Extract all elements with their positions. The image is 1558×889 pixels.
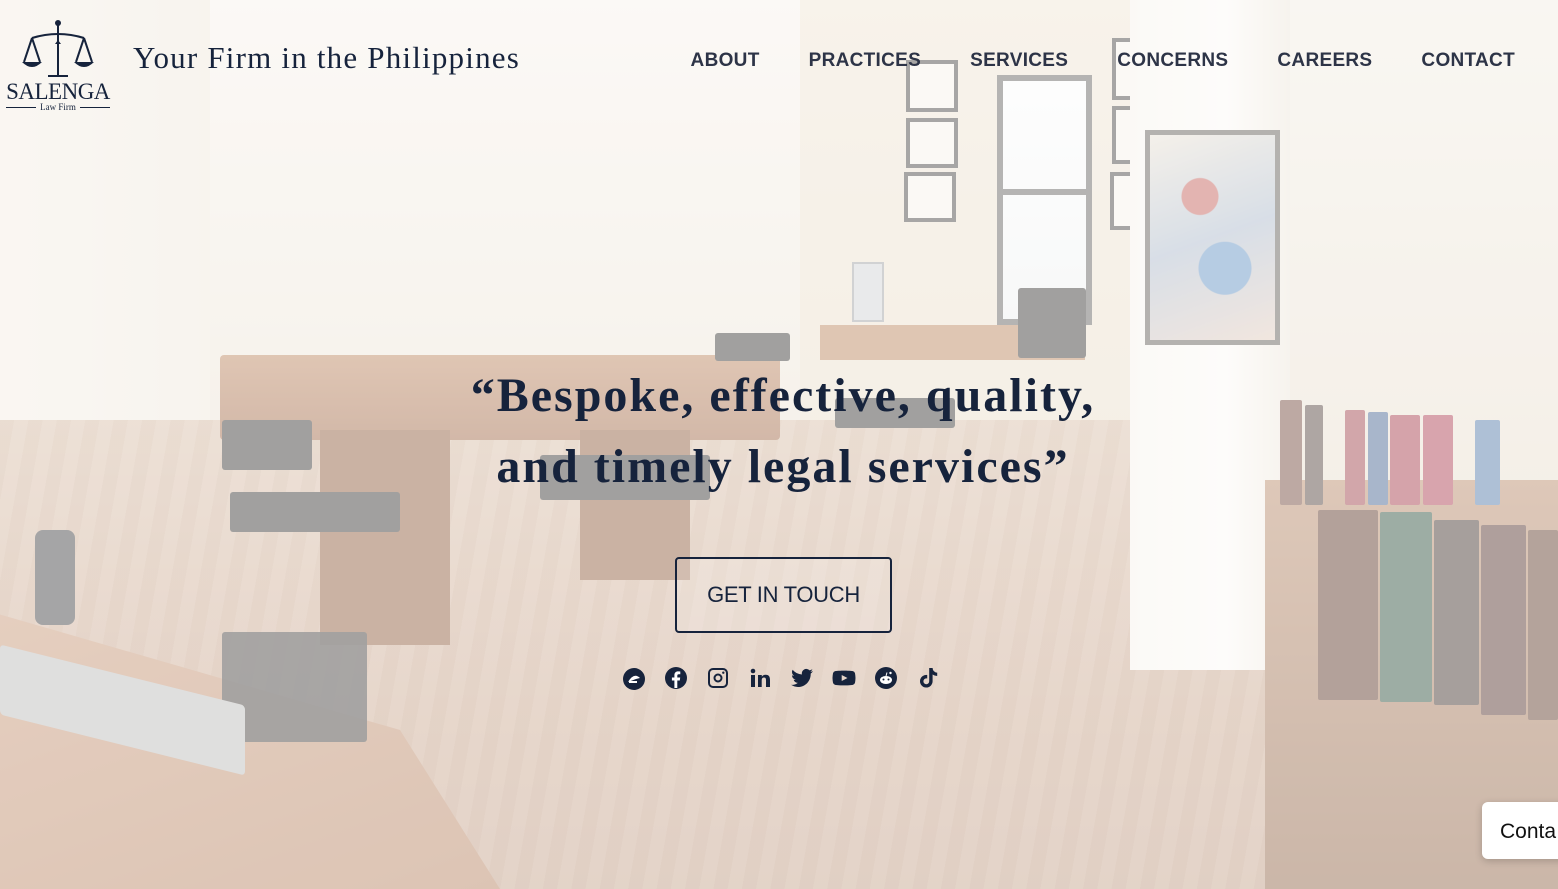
facebook-icon[interactable] <box>664 666 688 690</box>
contact-widget-tab[interactable]: Conta <box>1482 802 1558 859</box>
tiktok-icon[interactable] <box>916 666 940 690</box>
instagram-icon[interactable] <box>706 666 730 690</box>
logo-subtitle: Law Firm <box>4 102 112 112</box>
nav-careers[interactable]: CAREERS <box>1277 50 1372 72</box>
nav-concerns[interactable]: CONCERNS <box>1117 50 1228 72</box>
youtube-icon[interactable] <box>832 666 856 690</box>
logo[interactable]: SALENGA Law Firm <box>4 18 112 113</box>
site-tagline: Your Firm in the Philippines <box>133 40 520 75</box>
blog-icon[interactable] <box>622 666 646 690</box>
reddit-icon[interactable] <box>874 666 898 690</box>
main-nav: ABOUT PRACTICES SERVICES CONCERNS CAREER… <box>691 50 1515 72</box>
nav-services[interactable]: SERVICES <box>970 50 1068 72</box>
logo-wordmark: SALENGA <box>6 79 110 104</box>
hero-quote-line-2: and timely legal services” <box>496 440 1070 493</box>
linkedin-icon[interactable] <box>748 666 772 690</box>
nav-about[interactable]: ABOUT <box>691 50 760 72</box>
social-links <box>622 666 940 690</box>
nav-practices[interactable]: PRACTICES <box>809 50 922 72</box>
hero-quote: “Bespoke, effective, quality, and timely… <box>380 360 1186 502</box>
get-in-touch-button[interactable]: GET IN TOUCH <box>675 557 892 633</box>
twitter-icon[interactable] <box>790 666 814 690</box>
site-header: SALENGA Law Firm Your Firm in the Philip… <box>0 0 1558 120</box>
hero-quote-line-1: “Bespoke, effective, quality, <box>470 369 1096 422</box>
nav-contact[interactable]: CONTACT <box>1421 50 1515 72</box>
scales-of-justice-icon <box>22 20 94 77</box>
